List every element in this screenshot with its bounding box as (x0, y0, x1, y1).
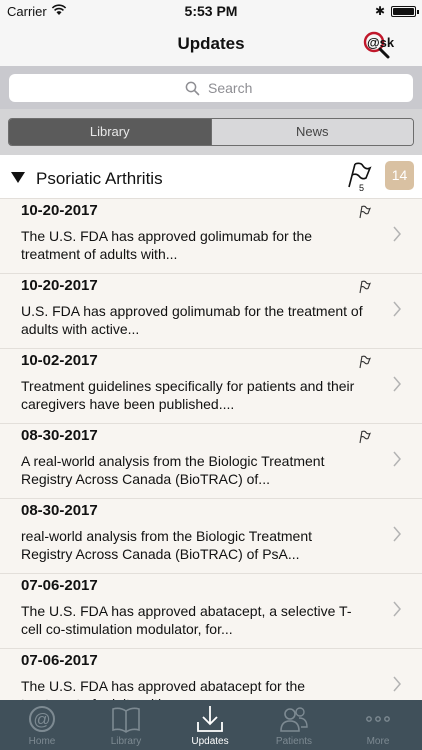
ellipsis-icon (366, 716, 390, 722)
count-badge: 14 (385, 161, 414, 190)
tab-label: Library (110, 736, 142, 747)
list-item[interactable]: 10-02-2017 Treatment guidelines specific… (0, 348, 422, 423)
search-area: Search (0, 66, 422, 109)
item-text: Treatment guidelines specifically for pa… (21, 378, 355, 412)
flag-icon[interactable] (357, 355, 371, 369)
tab-updates[interactable]: Updates (168, 700, 252, 750)
segment-library[interactable]: Library (9, 119, 211, 145)
tab-label: Patients (275, 736, 313, 747)
item-text: real-world analysis from the Biologic Tr… (21, 528, 313, 562)
list-item[interactable]: 08-30-2017 real-world analysis from the … (0, 498, 422, 573)
download-icon (197, 706, 223, 732)
status-bar: Carrier 5:53 PM ✱ (0, 0, 422, 22)
item-text: A real-world analysis from the Biologic … (21, 453, 325, 487)
section-header[interactable]: Psoriatic Arthritis 5 14 (0, 155, 422, 198)
item-date: 10-02-2017 (21, 352, 98, 369)
item-text: The U.S. FDA has approved abatacept, a s… (21, 603, 352, 637)
chevron-right-icon (393, 676, 401, 692)
tab-label: More (366, 736, 390, 747)
item-text: U.S. FDA has approved golimumab for the … (21, 303, 363, 337)
chevron-right-icon (393, 526, 401, 542)
list-item[interactable]: 10-20-2017 The U.S. FDA has approved gol… (0, 198, 422, 273)
page-title: Updates (177, 34, 245, 53)
battery-icon (391, 6, 419, 17)
chevron-right-icon (393, 376, 401, 392)
item-date: 10-20-2017 (21, 202, 98, 219)
flag-count: 5 (359, 183, 365, 193)
item-date: 08-30-2017 (21, 502, 98, 519)
segment-news[interactable]: News (210, 119, 413, 145)
bluetooth-icon: ✱ (374, 4, 385, 18)
chevron-right-icon (393, 451, 401, 467)
tab-patients[interactable]: Patients (252, 700, 336, 750)
tab-bar: @ Home Library Updates Patients More (0, 700, 422, 750)
tab-library[interactable]: Library (84, 700, 168, 750)
item-date: 07-06-2017 (21, 652, 98, 669)
item-date: 07-06-2017 (21, 577, 98, 594)
segment-area: Library News (0, 109, 422, 155)
chevron-right-icon (393, 601, 401, 617)
clock: 5:53 PM (184, 3, 238, 19)
list-item[interactable]: 10-20-2017 U.S. FDA has approved golimum… (0, 273, 422, 348)
tab-label: Home (28, 736, 56, 747)
flag-icon[interactable] (344, 161, 372, 189)
people-icon (280, 707, 308, 732)
section-title: Psoriatic Arthritis (36, 169, 163, 188)
search-input[interactable]: Search (9, 74, 413, 102)
navigation-bar: Updates @sk (0, 22, 422, 66)
collapse-triangle-icon[interactable] (11, 172, 25, 183)
updates-list: 10-20-2017 The U.S. FDA has approved gol… (0, 198, 422, 700)
list-item[interactable]: 07-06-2017 The U.S. FDA has approved aba… (0, 573, 422, 648)
at-sign-icon: @ (29, 706, 55, 732)
logo-text: @sk (367, 35, 395, 50)
svg-text:@: @ (33, 710, 50, 729)
search-icon (185, 81, 200, 96)
tab-home[interactable]: @ Home (0, 700, 84, 750)
item-date: 08-30-2017 (21, 427, 98, 444)
chevron-right-icon (393, 301, 401, 317)
tab-more[interactable]: More (336, 700, 420, 750)
tab-label: Updates (191, 736, 229, 747)
item-date: 10-20-2017 (21, 277, 98, 294)
flag-icon[interactable] (357, 280, 371, 294)
chevron-right-icon (393, 226, 401, 242)
list-item[interactable]: 08-30-2017 A real-world analysis from th… (0, 423, 422, 498)
flag-icon[interactable] (357, 430, 371, 444)
segmented-control: Library News (8, 118, 414, 146)
ask-logo[interactable]: @sk (360, 28, 410, 60)
list-item[interactable]: 07-06-2017 The U.S. FDA has approved aba… (0, 648, 422, 700)
flag-icon[interactable] (357, 205, 371, 219)
item-text: The U.S. FDA has approved golimumab for … (21, 228, 313, 262)
book-icon (112, 707, 140, 733)
item-text: The U.S. FDA has approved abatacept for … (21, 678, 306, 700)
search-placeholder: Search (208, 80, 253, 96)
